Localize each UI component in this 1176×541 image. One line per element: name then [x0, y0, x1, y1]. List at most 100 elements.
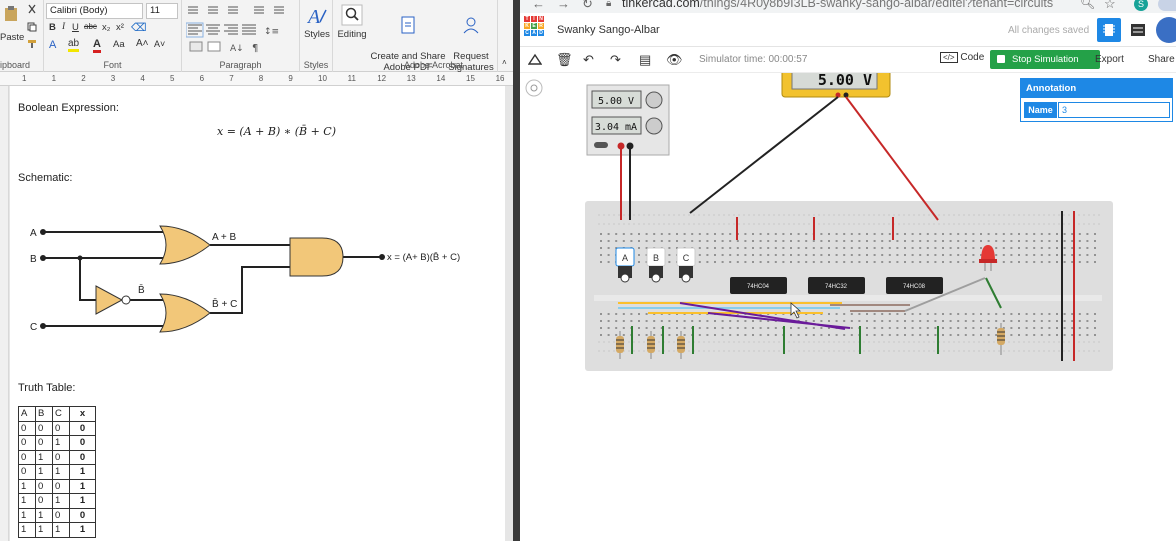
schematic-label-a: A [30, 228, 37, 239]
italic-button[interactable]: I [62, 22, 65, 32]
editing-button[interactable]: Editing [335, 4, 369, 40]
underline-button[interactable]: U [72, 22, 79, 33]
bold-button[interactable]: B [49, 22, 56, 33]
power-supply[interactable]: 5.00 V 3.04 mA [586, 84, 670, 156]
export-button[interactable]: Export [1095, 54, 1124, 65]
truth-table-cell: 0 [52, 507, 70, 523]
or-gate-2 [159, 293, 211, 333]
styles-button[interactable]: A Styles [302, 4, 332, 40]
truth-table-cell: 0 [35, 478, 53, 494]
notes-icon[interactable]: ▤ [639, 52, 651, 68]
acrobat-group-label: Adobe Acrobat [403, 60, 464, 70]
chip-74hc04[interactable]: 74HC04 [730, 277, 787, 294]
code-icon: </> [940, 52, 958, 63]
extension-avatar[interactable] [1158, 0, 1176, 11]
clipboard-group: Paste ipboard [0, 0, 44, 72]
visibility-icon[interactable]: 👁︎ [666, 52, 683, 68]
change-case-button[interactable]: Aa [113, 39, 125, 50]
truth-table-cell: 0 [52, 478, 70, 494]
schematic-heading: Schematic: [18, 172, 73, 184]
shrink-font-icon[interactable]: A˅ [154, 39, 165, 49]
truth-table-cell: 1 [35, 522, 53, 538]
strikethrough-button[interactable]: abc [84, 22, 97, 31]
cut-icon[interactable] [27, 4, 37, 14]
ruler-tick: 13 [406, 74, 416, 83]
ruler-tick: 2 [81, 74, 86, 83]
truth-table-cell: 0 [35, 435, 53, 451]
truth-table-row: 0100 [18, 449, 96, 465]
switch-a-label: A [622, 253, 628, 263]
grow-font-icon[interactable]: A˄ [136, 38, 149, 49]
format-painter-icon[interactable] [27, 39, 37, 49]
lock-icon: 🔒︎ [606, 0, 612, 9]
svg-text:A: A [306, 6, 321, 26]
font-color-icon[interactable]: A [93, 38, 101, 53]
tinkercad-logo[interactable]: TIN KER CAD [524, 16, 546, 44]
truth-table-cell: 0 [18, 420, 36, 436]
truth-table-cell: 0 [69, 507, 96, 523]
forward-icon[interactable]: → [557, 0, 570, 11]
undo-icon[interactable]: ↶ [583, 52, 594, 68]
chip-74hc08-label: 74HC08 [903, 284, 926, 290]
collapse-ribbon-icon[interactable]: ˄ [502, 58, 507, 67]
annotation-name-input[interactable]: 3 [1058, 102, 1170, 118]
switch-b[interactable]: B [646, 247, 666, 283]
reload-icon[interactable]: ↻ [582, 0, 593, 12]
font-size-combo[interactable]: 11 [146, 3, 178, 19]
pdf-icon [401, 16, 415, 34]
paragraph-group-label: Paragraph [219, 60, 262, 70]
editing-group: Editing [333, 0, 369, 72]
stop-simulation-button[interactable]: Stop Simulation [990, 50, 1100, 69]
zoom-fit-icon[interactable] [525, 79, 543, 97]
truth-table-row: 1011 [18, 493, 96, 509]
redo-icon[interactable]: ↷ [610, 52, 621, 68]
or-gate-1 [159, 225, 211, 265]
user-avatar[interactable] [1156, 17, 1176, 43]
supply-voltage: 5.00 V [598, 96, 634, 107]
font-name-combo[interactable]: Calibri (Body) [46, 3, 143, 19]
circuit-canvas[interactable]: 5.00 V 5.00 V 3.04 mA A B C 74HC04 74HC3… [520, 73, 1176, 541]
chip-74hc08[interactable]: 74HC08 [886, 277, 943, 294]
circuit-view-button[interactable] [1097, 18, 1121, 42]
truth-table-cell: 0 [18, 464, 36, 480]
truth-table-header-cell: B [35, 406, 53, 422]
profile-avatar[interactable]: S [1134, 0, 1148, 11]
zoom-icon[interactable]: 🔍︎ [1080, 0, 1095, 10]
paste-label[interactable]: Paste [0, 32, 24, 43]
switch-c[interactable]: C [676, 247, 696, 283]
truth-table-cell: 0 [69, 420, 96, 436]
ruler-tick: 15 [466, 74, 475, 83]
code-label: Code [960, 52, 985, 63]
truth-table-cell: 0 [18, 435, 36, 451]
ruler-tick: 11 [347, 74, 356, 83]
multimeter[interactable]: 5.00 V [781, 73, 891, 98]
chip-74hc32[interactable]: 74HC32 [808, 277, 865, 294]
ruler-tick: 5 [170, 74, 175, 83]
truth-table-cell: 1 [69, 522, 96, 538]
code-button[interactable]: </> Code [940, 52, 984, 63]
superscript-button[interactable]: x² [116, 22, 124, 33]
truth-table-cell: 1 [35, 449, 53, 465]
truth-table-cell: 0 [52, 449, 70, 465]
schematic-view-icon[interactable] [1131, 24, 1145, 36]
truth-table-header-cell: A [18, 406, 36, 422]
clear-format-icon[interactable]: ⌫ [131, 21, 147, 34]
window-divider[interactable] [513, 0, 520, 541]
text-effects-icon[interactable]: A [49, 39, 56, 51]
subscript-button[interactable]: x₂ [102, 22, 110, 33]
share-button[interactable]: Share [1148, 54, 1175, 65]
project-name[interactable]: Swanky Sango-Albar [557, 24, 660, 36]
rotate-icon[interactable] [528, 53, 542, 66]
switch-a[interactable]: A [615, 247, 635, 283]
bookmark-star-icon[interactable]: ☆ [1104, 0, 1116, 12]
paste-icon[interactable] [4, 6, 18, 22]
address-field[interactable]: tinkercad.com/things/4R0y8b9I3LB-swanky-… [622, 0, 1053, 10]
annotation-title: Annotation [1021, 79, 1172, 98]
truth-table-heading: Truth Table: [18, 382, 76, 394]
copy-icon[interactable] [27, 22, 37, 32]
highlight-icon[interactable]: ab [68, 38, 80, 52]
delete-icon[interactable]: 🗑︎ [556, 52, 573, 68]
svg-text:A↓: A↓ [230, 44, 244, 54]
back-icon[interactable]: ← [532, 0, 545, 11]
paragraph-icons[interactable]: ↕≡ A↓ ¶ [186, 4, 294, 56]
